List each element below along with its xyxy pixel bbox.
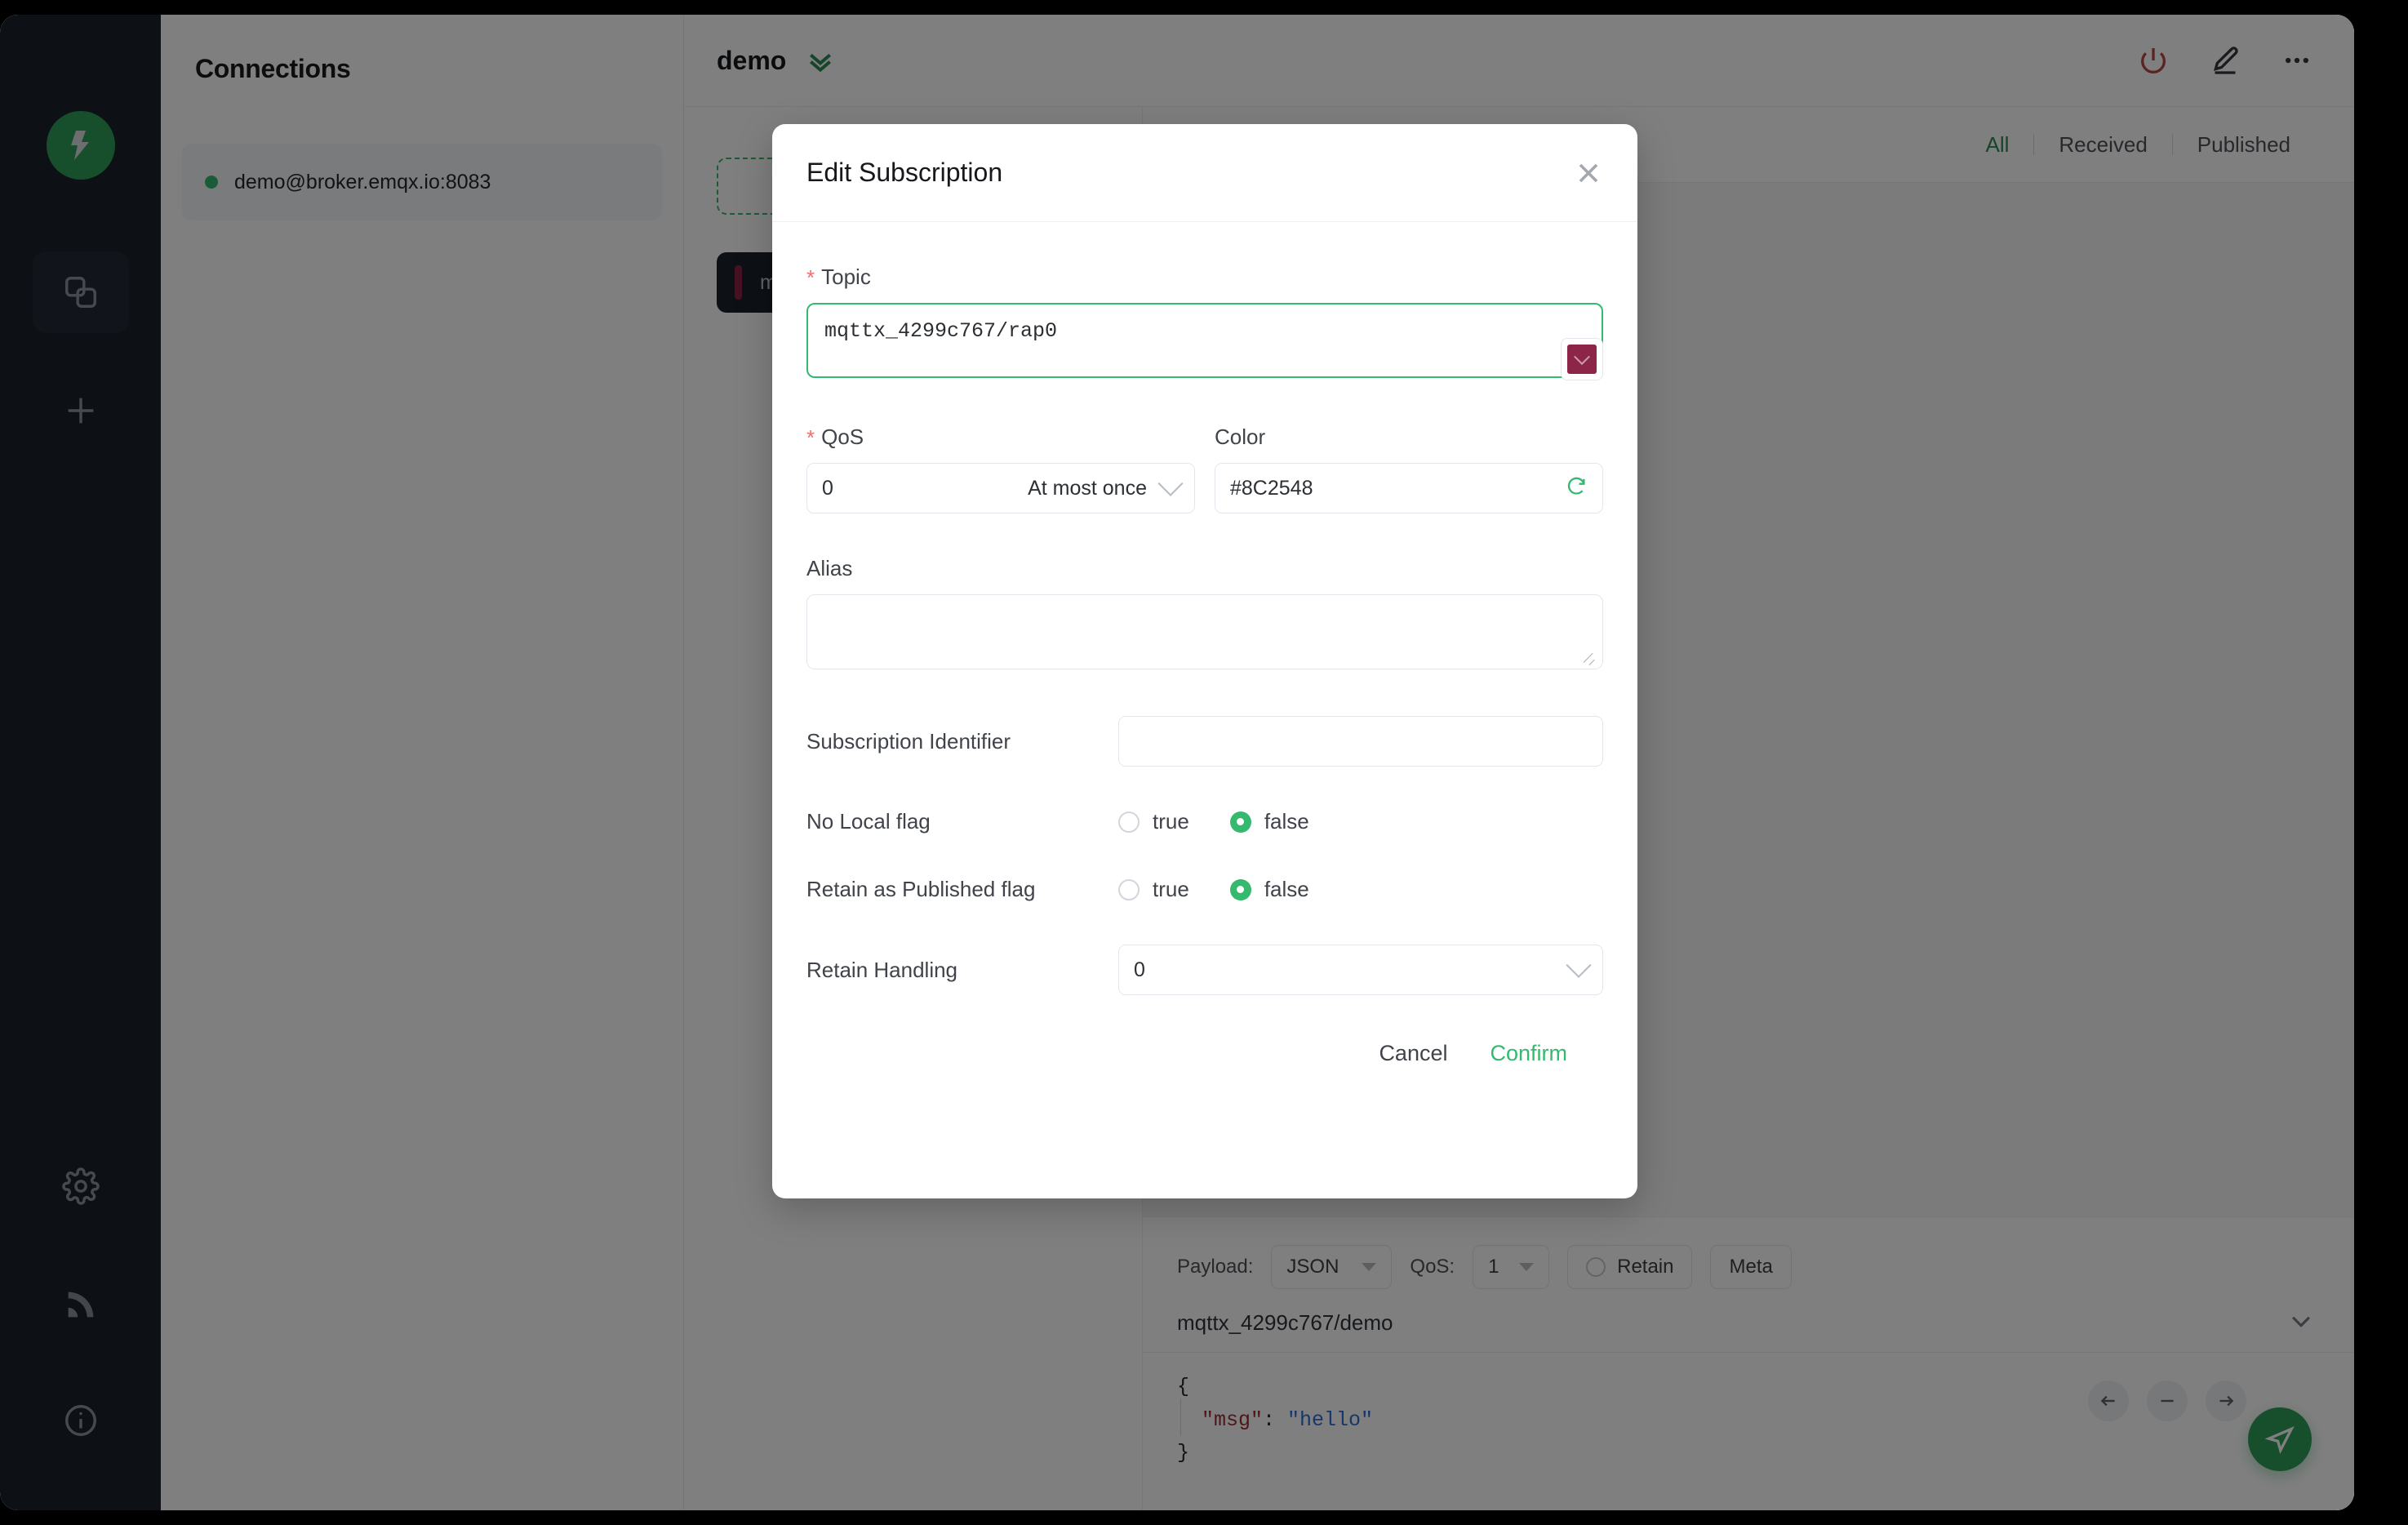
retain-as-published-flag-row: Retain as Published flag true false bbox=[806, 877, 1603, 902]
radio-label: true bbox=[1153, 877, 1189, 901]
dialog-body: * Topic * QoS 0 At most once Color bbox=[772, 265, 1637, 1066]
dialog-title: Edit Subscription bbox=[806, 158, 1003, 187]
dialog-header: Edit Subscription bbox=[772, 124, 1637, 222]
subscription-identifier-row: Subscription Identifier bbox=[806, 716, 1603, 767]
alias-input[interactable] bbox=[806, 594, 1603, 669]
subscription-identifier-input[interactable] bbox=[1118, 716, 1603, 767]
chevron-down-icon bbox=[1574, 349, 1590, 366]
chevron-down-icon bbox=[1566, 952, 1592, 978]
radio-icon bbox=[1118, 878, 1140, 900]
qos-field-label: * QoS bbox=[806, 425, 1195, 450]
color-hex-value: #8C2548 bbox=[1230, 476, 1313, 500]
radio-label: false bbox=[1264, 809, 1309, 834]
radio-icon bbox=[1118, 811, 1140, 833]
radio-icon-selected bbox=[1229, 811, 1251, 833]
retain-handling-label: Retain Handling bbox=[806, 957, 958, 982]
color-field: Color #8C2548 bbox=[1215, 338, 1603, 514]
color-field-label: Color bbox=[1215, 425, 1266, 449]
radio-icon-selected bbox=[1229, 878, 1251, 900]
cancel-button[interactable]: Cancel bbox=[1379, 1041, 1447, 1066]
no-local-flag-radio-group: true false bbox=[1118, 809, 1309, 834]
retain-handling-row: Retain Handling 0 bbox=[806, 945, 1603, 995]
qos-color-row: * QoS 0 At most once Color #8C2548 bbox=[806, 338, 1603, 514]
chevron-down-icon bbox=[1157, 470, 1184, 496]
subscription-identifier-label: Subscription Identifier bbox=[806, 728, 1011, 754]
edit-subscription-dialog: Edit Subscription * Topic * QoS 0 At mo bbox=[772, 124, 1637, 1198]
retain-as-published-flag-label: Retain as Published flag bbox=[806, 877, 1036, 901]
confirm-button[interactable]: Confirm bbox=[1490, 1041, 1567, 1066]
no-local-flag-label: No Local flag bbox=[806, 809, 931, 834]
no-local-flag-false[interactable]: false bbox=[1229, 809, 1309, 834]
dialog-footer: Cancel Confirm bbox=[806, 995, 1603, 1066]
alias-field-label: Alias bbox=[806, 556, 853, 580]
qos-field: * QoS 0 At most once bbox=[806, 382, 1195, 514]
refresh-icon[interactable] bbox=[1565, 474, 1588, 503]
retain-as-published-true[interactable]: true bbox=[1118, 877, 1189, 902]
topic-label-text: Topic bbox=[821, 265, 871, 289]
close-icon[interactable] bbox=[1572, 157, 1605, 189]
required-asterisk: * bbox=[806, 425, 815, 450]
no-local-flag-true[interactable]: true bbox=[1118, 809, 1189, 834]
color-hex-input[interactable]: #8C2548 bbox=[1215, 463, 1603, 514]
retain-as-published-false[interactable]: false bbox=[1229, 877, 1309, 902]
topic-field-label: * Topic bbox=[806, 265, 1603, 290]
qos-select[interactable]: 0 At most once bbox=[806, 463, 1195, 514]
retain-handling-select[interactable]: 0 bbox=[1118, 945, 1603, 995]
retain-handling-value: 0 bbox=[1134, 958, 1145, 981]
retain-as-published-radio-group: true false bbox=[1118, 877, 1309, 902]
topic-input[interactable] bbox=[806, 303, 1603, 378]
qos-description: At most once bbox=[1028, 476, 1147, 500]
radio-label: true bbox=[1153, 809, 1189, 834]
radio-label: false bbox=[1264, 877, 1309, 901]
color-swatch bbox=[1567, 345, 1597, 374]
qos-label-text: QoS bbox=[821, 425, 864, 449]
required-asterisk: * bbox=[806, 265, 815, 290]
color-swatch-button[interactable] bbox=[1561, 338, 1603, 380]
no-local-flag-row: No Local flag true false bbox=[806, 809, 1603, 834]
qos-value: 0 bbox=[822, 476, 833, 500]
